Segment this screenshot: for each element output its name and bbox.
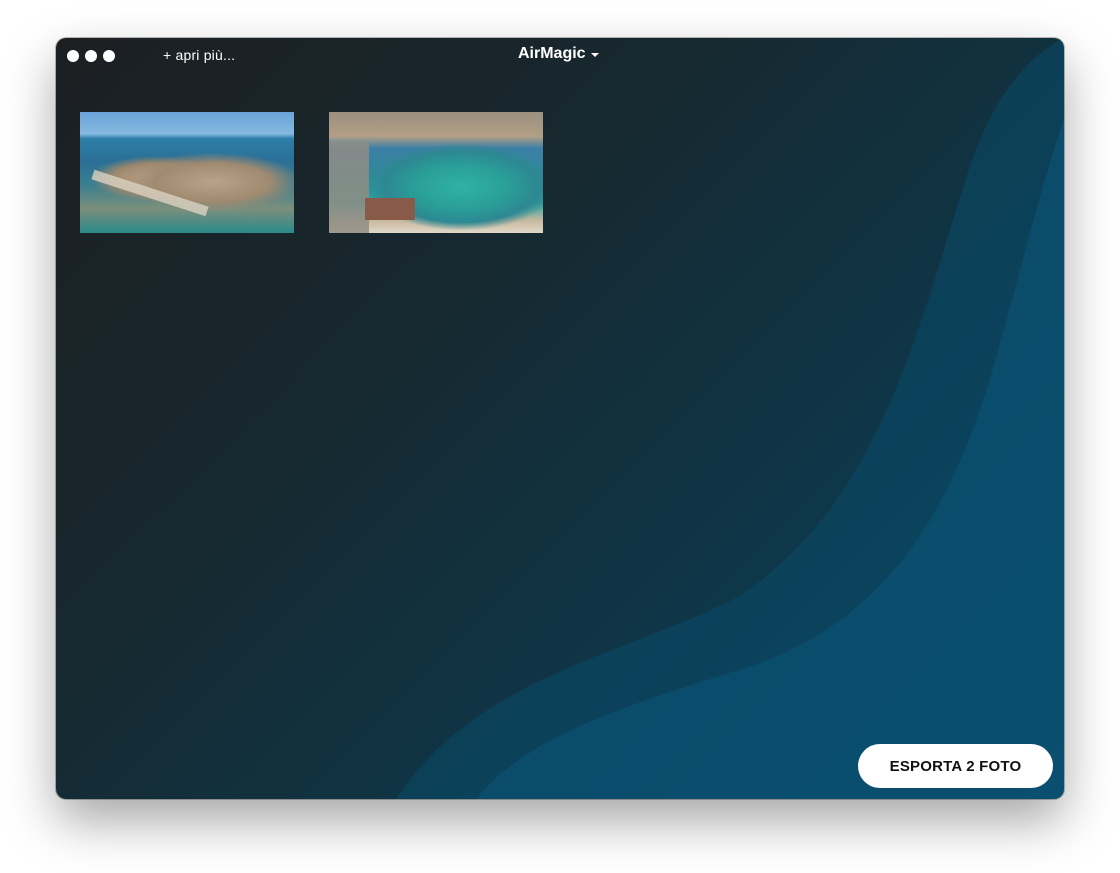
photo-thumbnail-2[interactable]: [329, 112, 543, 233]
app-window: + apri più... AirMagic ESPORTA 2 FOTO: [56, 38, 1064, 799]
window-controls: [67, 50, 115, 62]
close-window-button[interactable]: [67, 50, 79, 62]
app-title-menu[interactable]: AirMagic: [518, 45, 599, 63]
app-title: AirMagic: [518, 45, 586, 62]
photo-grid: [80, 112, 543, 233]
title-bar: + apri più... AirMagic: [56, 38, 1064, 74]
export-photos-button[interactable]: ESPORTA 2 FOTO: [858, 744, 1053, 788]
zoom-window-button[interactable]: [103, 50, 115, 62]
chevron-down-icon: [590, 52, 599, 57]
photo-thumbnail-1[interactable]: [80, 112, 294, 233]
minimize-window-button[interactable]: [85, 50, 97, 62]
open-more-button[interactable]: + apri più...: [163, 47, 235, 63]
